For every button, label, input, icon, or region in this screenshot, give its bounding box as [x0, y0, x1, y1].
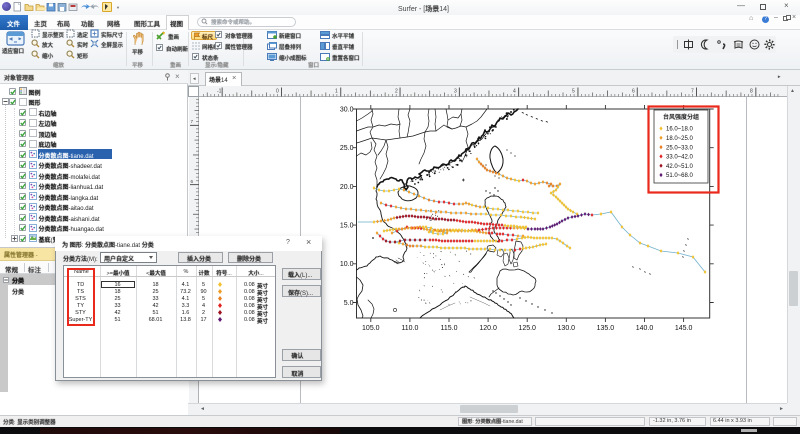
svg-text:2: 2	[395, 89, 398, 95]
svg-text:145.0: 145.0	[675, 325, 693, 332]
svg-text:4: 4	[513, 89, 516, 95]
svg-text:6: 6	[190, 179, 193, 184]
svg-text:5: 5	[572, 89, 575, 95]
svg-text:25.0: 25.0	[340, 145, 354, 152]
svg-text:42.0~51.0: 42.0~51.0	[666, 164, 694, 170]
svg-text:7: 7	[691, 89, 694, 95]
svg-text:18.0~25.0: 18.0~25.0	[666, 136, 694, 142]
svg-text:台风强度分组: 台风强度分组	[663, 113, 699, 121]
svg-text:125.0: 125.0	[518, 325, 536, 332]
svg-text:3: 3	[454, 89, 457, 95]
svg-text:33.0~42.0: 33.0~42.0	[666, 155, 694, 161]
svg-text:140.0: 140.0	[636, 325, 654, 332]
svg-text:115.0: 115.0	[441, 325, 458, 332]
svg-text:-1: -1	[217, 89, 222, 95]
svg-text:8: 8	[750, 89, 753, 95]
svg-text:10.0: 10.0	[340, 261, 354, 268]
svg-text:6: 6	[632, 89, 635, 95]
svg-text:20.0: 20.0	[340, 184, 354, 191]
svg-text:105.0: 105.0	[362, 325, 380, 332]
svg-text:30.0: 30.0	[340, 106, 354, 113]
svg-text:130.0: 130.0	[558, 325, 576, 332]
svg-text:1: 1	[335, 89, 338, 95]
svg-text:135.0: 135.0	[597, 325, 615, 332]
svg-text:51.0~68.0: 51.0~68.0	[666, 173, 694, 179]
svg-text:110.0: 110.0	[401, 325, 418, 332]
svg-text:25.0~33.0: 25.0~33.0	[666, 145, 694, 151]
svg-text:16.0~18.0: 16.0~18.0	[666, 127, 694, 133]
svg-text:5.0: 5.0	[344, 300, 354, 307]
svg-text:15.0: 15.0	[340, 223, 354, 230]
svg-text:0: 0	[276, 89, 279, 95]
svg-text:7: 7	[190, 119, 193, 124]
svg-text:120.0: 120.0	[479, 325, 497, 332]
